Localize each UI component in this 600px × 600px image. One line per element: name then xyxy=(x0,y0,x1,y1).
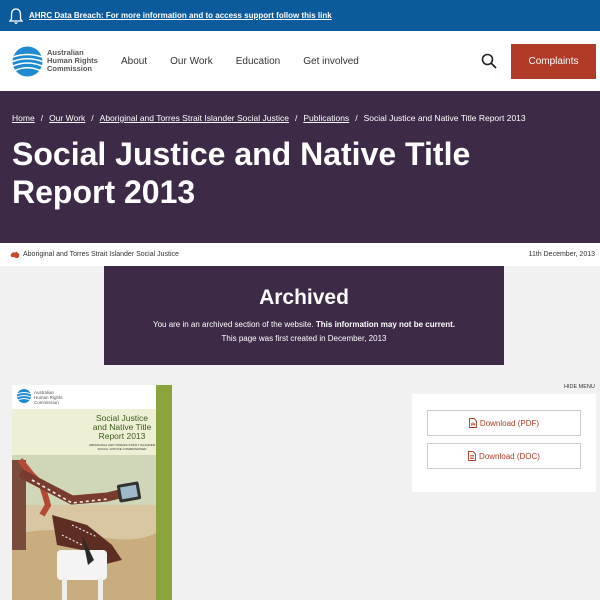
site-header: Australian Human Rights Commission About… xyxy=(0,31,600,91)
breadcrumb-separator: / xyxy=(40,113,44,123)
hide-menu-toggle[interactable]: HIDE MENU xyxy=(564,384,595,390)
nav-get-involved[interactable]: Get involved xyxy=(303,56,359,67)
archived-notice-bold: This information may not be current. xyxy=(315,320,456,329)
site-logo[interactable]: Australian Human Rights Commission xyxy=(12,46,112,77)
report-cover-art: Australian Human Rights Commission Socia… xyxy=(12,385,172,600)
report-cover-image: Australian Human Rights Commission Socia… xyxy=(12,385,172,600)
alert-bar: AHRC Data Breach: For more information a… xyxy=(0,0,600,31)
breadcrumb-publications[interactable]: Publications xyxy=(303,113,349,123)
meta-bar: Aboriginal and Torres Strait Islander So… xyxy=(0,243,600,266)
alert-link[interactable]: AHRC Data Breach: For more information a… xyxy=(29,11,332,20)
archived-heading: Archived xyxy=(259,286,349,309)
australia-map-icon xyxy=(10,251,20,258)
logo-line: Commission xyxy=(47,64,93,73)
breadcrumb-separator: / xyxy=(91,113,94,123)
complaints-button[interactable]: Complaints xyxy=(511,44,596,79)
archived-created-date: This page was first created in December,… xyxy=(221,334,387,343)
nav-education[interactable]: Education xyxy=(236,56,280,67)
breadcrumb-our-work[interactable]: Our Work xyxy=(49,113,85,123)
archived-notice-plain: You are in an archived section of the we… xyxy=(152,320,314,329)
download-pdf-button[interactable]: Download (PDF) xyxy=(427,410,581,436)
breadcrumb-current: Social Justice and Native Title Report 2… xyxy=(363,113,526,123)
nav-about[interactable]: About xyxy=(121,56,147,67)
breadcrumb-separator: / xyxy=(294,113,298,123)
publish-date: 11th December, 2013 xyxy=(528,251,595,258)
cover-subtitle-line: SOCIAL JUSTICE COMMISSIONER xyxy=(98,447,148,451)
category-label: Aboriginal and Torres Strait Islander So… xyxy=(23,251,179,258)
cover-title-line: Report 2013 xyxy=(99,431,146,441)
page-title: Social Justice and Native Title Report 2… xyxy=(12,136,471,210)
main-nav: About Our Work Education Get involved xyxy=(121,56,382,67)
doc-file-icon xyxy=(468,451,476,461)
download-panel: Download (PDF) Download (DOC) xyxy=(412,394,596,492)
nav-our-work[interactable]: Our Work xyxy=(170,56,213,67)
breadcrumb-separator: / xyxy=(355,113,358,123)
globe-logo-icon xyxy=(12,46,43,76)
page-hero: Home / Our Work / Aboriginal and Torres Stra… xyxy=(0,91,600,243)
pdf-file-icon xyxy=(468,418,477,428)
archived-notice: Archived You are in an archived section … xyxy=(104,266,504,365)
download-doc-button[interactable]: Download (DOC) xyxy=(427,443,581,469)
download-pdf-label: Download (PDF) xyxy=(479,418,540,428)
breadcrumb-social-justice[interactable]: Aboriginal and Torres Strait Islander So… xyxy=(100,113,289,123)
download-doc-label: Download (DOC) xyxy=(479,451,540,461)
breadcrumb-home[interactable]: Home xyxy=(12,113,35,123)
breadcrumb: Home / Our Work / Aboriginal and Torres Stra… xyxy=(12,113,526,123)
search-icon[interactable] xyxy=(481,53,497,69)
cover-logo-line: Commission xyxy=(34,400,59,405)
archived-notice-text: You are in an archived section of the we… xyxy=(104,320,504,329)
bell-icon xyxy=(8,7,24,24)
